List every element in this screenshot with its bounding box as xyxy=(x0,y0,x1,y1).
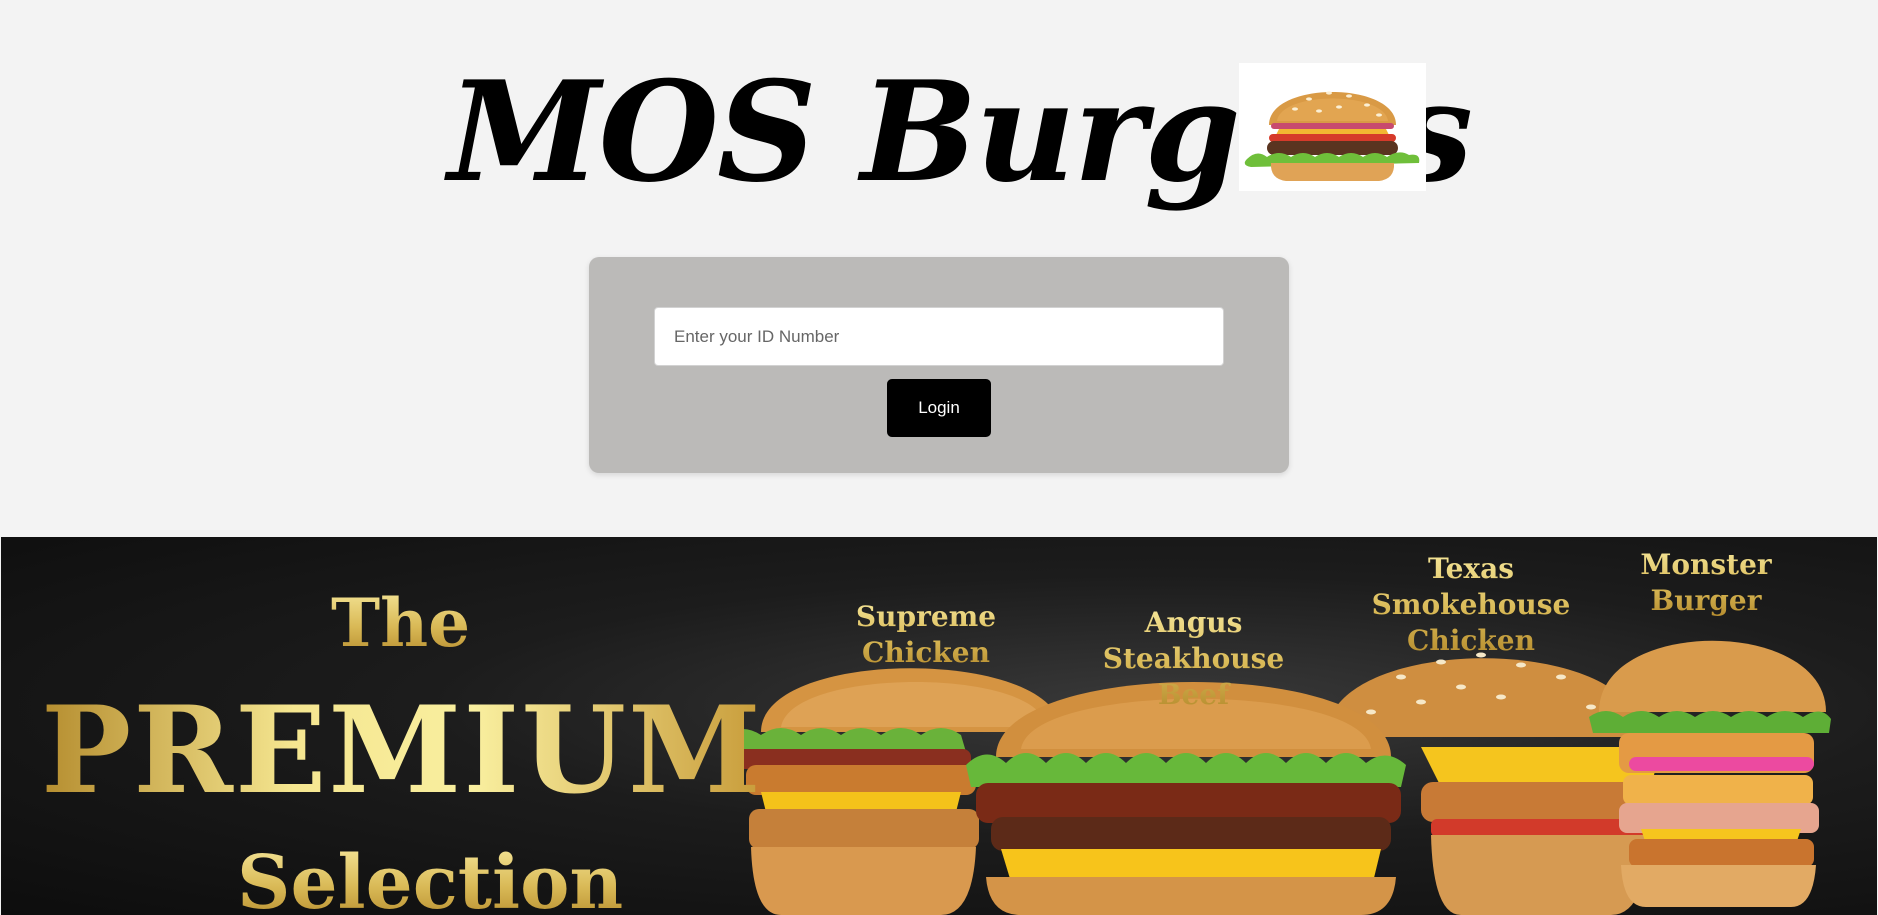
label-line: Texas xyxy=(1427,552,1515,585)
label-monster-burger: Monster Burger xyxy=(1636,547,1776,619)
promo-line-the: The xyxy=(331,584,471,662)
label-line: Burger xyxy=(1650,584,1762,617)
label-line: Beef xyxy=(1157,678,1230,711)
label-line: Angus Steakhouse xyxy=(1102,606,1285,675)
label-line: Monster xyxy=(1640,548,1772,581)
label-angus-steakhouse-beef: Angus Steakhouse Beef xyxy=(1061,605,1326,713)
burger-logo-image xyxy=(1239,63,1426,191)
id-number-input[interactable] xyxy=(654,307,1224,366)
label-texas-smokehouse-chicken: Texas Smokehouse Chicken xyxy=(1371,551,1571,659)
label-supreme-chicken: Supreme Chicken xyxy=(853,599,999,671)
label-line: Smokehouse xyxy=(1371,588,1571,621)
promo-banner: The PREMIUM Selection Supreme Chicken An… xyxy=(1,537,1877,915)
login-button[interactable]: Login xyxy=(887,379,991,437)
label-line: Chicken xyxy=(862,636,990,669)
label-line: Supreme xyxy=(855,600,997,633)
burger-icon xyxy=(1244,91,1420,181)
angus-steakhouse-burger-image xyxy=(966,682,1406,915)
promo-line-selection: Selection xyxy=(237,843,623,915)
login-card: Login xyxy=(589,257,1289,473)
site-header: MOS Burgers xyxy=(0,52,1878,242)
label-line: Chicken xyxy=(1407,624,1535,657)
promo-line-premium: PREMIUM xyxy=(41,680,763,821)
